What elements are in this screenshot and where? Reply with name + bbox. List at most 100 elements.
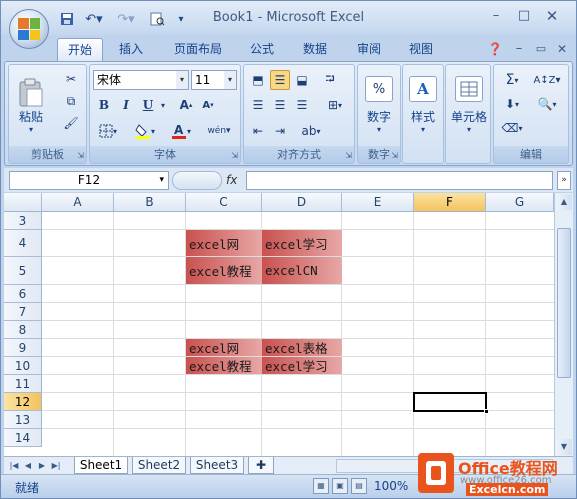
align-left-icon[interactable]: ☰: [248, 95, 268, 115]
align-center-icon[interactable]: ☰: [270, 95, 290, 115]
column-header[interactable]: B: [114, 193, 186, 212]
font-name-select[interactable]: 宋体 ▾: [93, 70, 189, 90]
cell-c4[interactable]: excel网: [186, 230, 262, 256]
clipboard-launcher-icon[interactable]: ⇲: [77, 151, 84, 160]
fill-color-icon[interactable]: ▾: [130, 121, 160, 141]
row-header[interactable]: 4: [4, 230, 42, 257]
borders-icon[interactable]: ▾: [94, 121, 122, 141]
page-break-view-icon[interactable]: ▤: [351, 478, 367, 494]
tab-data[interactable]: 数据: [293, 38, 337, 61]
column-header[interactable]: C: [186, 193, 262, 212]
italic-button[interactable]: I: [116, 95, 136, 115]
orientation-icon[interactable]: ab ▾: [296, 121, 326, 141]
row-header[interactable]: 10: [4, 357, 42, 375]
alignment-launcher-icon[interactable]: ⇲: [345, 151, 352, 160]
next-sheet-icon[interactable]: ▶: [36, 459, 48, 473]
office-button[interactable]: [9, 9, 49, 49]
font-color-icon[interactable]: A ▾: [166, 121, 196, 141]
help-icon[interactable]: ❓: [483, 39, 507, 59]
tab-sheet1[interactable]: Sheet1: [74, 457, 128, 474]
insert-function-button[interactable]: fx: [226, 171, 244, 190]
column-header-selected[interactable]: F: [414, 193, 486, 212]
select-all-corner[interactable]: [4, 193, 42, 212]
copy-icon[interactable]: ⧉: [61, 91, 81, 111]
zoom-level[interactable]: 100%: [374, 479, 408, 493]
fill-handle[interactable]: [484, 409, 489, 414]
number-button[interactable]: % 数字 ▾: [360, 69, 398, 141]
cells-button[interactable]: 单元格 ▾: [448, 69, 490, 141]
format-painter-icon[interactable]: 🖌: [61, 113, 81, 133]
first-sheet-icon[interactable]: |◀: [8, 459, 20, 473]
bold-button[interactable]: B: [94, 95, 114, 115]
expand-formula-bar-icon[interactable]: »: [557, 171, 571, 190]
tab-sheet3[interactable]: Sheet3: [190, 457, 244, 474]
fill-icon[interactable]: ⬇ ▾: [498, 94, 526, 114]
page-layout-view-icon[interactable]: ▣: [332, 478, 348, 494]
formula-bar-handle[interactable]: [172, 171, 222, 190]
autosum-icon[interactable]: Σ ▾: [498, 70, 526, 90]
worksheet-grid[interactable]: A B C D E F G 3 4 5 6 7 8 9 10 11 12 13 …: [4, 193, 573, 456]
row-header[interactable]: 9: [4, 339, 42, 357]
decrease-indent-icon[interactable]: ⇤: [248, 121, 268, 141]
tab-sheet2[interactable]: Sheet2: [132, 457, 186, 474]
close-workbook-button[interactable]: ✕: [550, 39, 574, 59]
paste-button[interactable]: 粘贴 ▾: [15, 71, 47, 141]
scroll-up-icon[interactable]: ▲: [556, 194, 572, 210]
insert-sheet-icon[interactable]: ✚: [248, 457, 274, 474]
phonetic-guide-icon[interactable]: wén▾: [202, 121, 236, 141]
name-box[interactable]: F12 ▾: [9, 171, 169, 190]
styles-button[interactable]: A 样式 ▾: [405, 69, 441, 141]
wrap-text-icon[interactable]: ⮒: [320, 70, 340, 90]
row-header[interactable]: 3: [4, 212, 42, 230]
font-launcher-icon[interactable]: ⇲: [231, 151, 238, 160]
close-button[interactable]: ✕: [540, 6, 564, 26]
cell-c5[interactable]: excel教程: [186, 257, 262, 284]
align-middle-icon[interactable]: ☰: [270, 70, 290, 90]
column-header[interactable]: D: [262, 193, 342, 212]
cell-d10[interactable]: excel学习: [262, 357, 342, 374]
clear-icon[interactable]: ⌫ ▾: [498, 118, 526, 138]
tab-insert[interactable]: 插入: [109, 38, 153, 61]
column-header[interactable]: G: [486, 193, 554, 212]
column-header[interactable]: E: [342, 193, 414, 212]
tab-page-layout[interactable]: 页面布局: [163, 38, 233, 61]
underline-dropdown-icon[interactable]: ▾: [158, 95, 168, 115]
row-header[interactable]: 13: [4, 411, 42, 429]
find-select-icon[interactable]: 🔍 ▾: [530, 94, 564, 114]
increase-indent-icon[interactable]: ⇥: [270, 121, 290, 141]
align-bottom-icon[interactable]: ⬓: [292, 70, 312, 90]
maximize-button[interactable]: □: [512, 6, 536, 26]
column-header[interactable]: A: [42, 193, 114, 212]
tab-review[interactable]: 审阅: [347, 38, 391, 61]
number-launcher-icon[interactable]: ⇲: [391, 151, 398, 160]
cell-d5[interactable]: excelCN: [262, 257, 342, 284]
tab-formulas[interactable]: 公式: [241, 38, 283, 61]
prev-sheet-icon[interactable]: ◀: [22, 459, 34, 473]
row-header[interactable]: 7: [4, 303, 42, 321]
cell-d4[interactable]: excel学习: [262, 230, 342, 256]
cell-c9[interactable]: excel网: [186, 339, 262, 356]
grow-font-icon[interactable]: A ▴: [176, 95, 196, 115]
merge-center-icon[interactable]: ⊞ ▾: [320, 95, 350, 115]
cell-c10[interactable]: excel教程: [186, 357, 262, 374]
row-header-selected[interactable]: 12: [4, 393, 42, 411]
row-header[interactable]: 14: [4, 429, 42, 447]
row-header[interactable]: 5: [4, 257, 42, 285]
formula-input[interactable]: [246, 171, 553, 190]
active-cell-f12[interactable]: [413, 392, 489, 414]
underline-button[interactable]: U: [138, 95, 158, 115]
normal-view-icon[interactable]: ▦: [313, 478, 329, 494]
cut-icon[interactable]: ✂: [61, 69, 81, 89]
align-top-icon[interactable]: ⬒: [248, 70, 268, 90]
vertical-scroll-thumb[interactable]: [557, 228, 571, 378]
font-size-select[interactable]: 11 ▾: [191, 70, 237, 90]
cell-d9[interactable]: excel表格: [262, 339, 342, 356]
align-right-icon[interactable]: ☰: [292, 95, 312, 115]
row-header[interactable]: 11: [4, 375, 42, 393]
tab-view[interactable]: 视图: [399, 38, 443, 61]
sort-filter-icon[interactable]: A↕Z▾: [530, 70, 564, 90]
row-header[interactable]: 8: [4, 321, 42, 339]
last-sheet-icon[interactable]: ▶|: [50, 459, 62, 473]
minimize-button[interactable]: –: [484, 6, 508, 26]
tab-home[interactable]: 开始: [57, 38, 103, 61]
